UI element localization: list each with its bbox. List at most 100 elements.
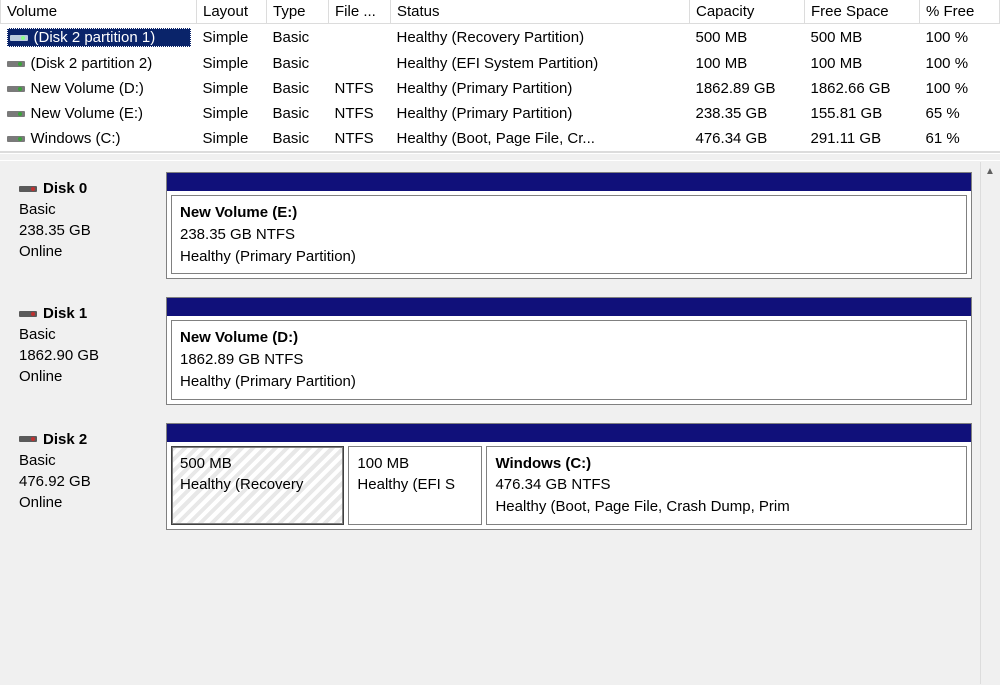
volume-name: (Disk 2 partition 1) [34, 29, 156, 46]
volume-list[interactable]: Volume Layout Type File ... Status Capac… [0, 0, 1000, 153]
volume-type: Basic [267, 101, 329, 126]
partition-status: Healthy (Primary Partition) [180, 371, 958, 393]
disk-row: Disk 1Basic1862.90 GBOnlineNew Volume (D… [1, 297, 980, 404]
volume-row[interactable]: New Volume (D:) SimpleBasicNTFSHealthy (P… [1, 76, 1000, 101]
partition-title: New Volume (D:) [180, 327, 958, 349]
col-layout[interactable]: Layout [197, 0, 267, 24]
disk-icon [19, 308, 37, 320]
disk-name: Disk 1 [43, 303, 87, 324]
volume-status: Healthy (Primary Partition) [391, 101, 690, 126]
volume-type: Basic [267, 126, 329, 151]
partition-title: Windows (C:) [495, 453, 958, 475]
volume-type: Basic [267, 76, 329, 101]
col-volume[interactable]: Volume [1, 0, 197, 24]
disk-type: Basic [19, 324, 166, 345]
volume-status: Healthy (Primary Partition) [391, 76, 690, 101]
disk-row: Disk 0Basic238.35 GBOnlineNew Volume (E:… [1, 172, 980, 279]
volume-row[interactable]: (Disk 2 partition 1) SimpleBasic Healthy (… [1, 24, 1000, 52]
volume-icon [10, 32, 28, 44]
volume-fs [329, 24, 391, 52]
disk-map-pane: Disk 0Basic238.35 GBOnlineNew Volume (E:… [0, 161, 1000, 685]
volume-free: 500 MB [805, 24, 920, 52]
volume-icon [7, 58, 25, 70]
disk-icon [19, 183, 37, 195]
volume-table-header[interactable]: Volume Layout Type File ... Status Capac… [1, 0, 1000, 24]
col-type[interactable]: Type [267, 0, 329, 24]
partition-size: 100 MB [357, 453, 473, 475]
volume-free: 100 MB [805, 51, 920, 76]
splitter[interactable] [0, 153, 1000, 161]
volume-capacity: 476.34 GB [690, 126, 805, 151]
col-fs[interactable]: File ... [329, 0, 391, 24]
partition[interactable]: Windows (C:)476.34 GB NTFSHealthy (Boot,… [486, 446, 967, 525]
disk-label[interactable]: Disk 1Basic1862.90 GBOnline [1, 297, 166, 404]
volume-fs [329, 51, 391, 76]
volume-free: 291.11 GB [805, 126, 920, 151]
volume-row[interactable]: (Disk 2 partition 2)SimpleBasicHealthy (… [1, 51, 1000, 76]
disk-state: Online [19, 366, 166, 387]
partition[interactable]: New Volume (E:)238.35 GB NTFSHealthy (Pr… [171, 195, 967, 274]
disk-type: Basic [19, 450, 166, 471]
volume-status: Healthy (Recovery Partition) [391, 24, 690, 52]
disk-state: Online [19, 241, 166, 262]
volume-fs: NTFS [329, 101, 391, 126]
scroll-up-icon[interactable]: ▲ [981, 162, 999, 180]
disk-size: 238.35 GB [19, 220, 166, 241]
volume-pct: 100 % [920, 24, 1000, 52]
disk-label[interactable]: Disk 0Basic238.35 GBOnline [1, 172, 166, 279]
disk-size: 476.92 GB [19, 471, 166, 492]
disk-header-bar [167, 173, 971, 191]
partition[interactable]: 100 MBHealthy (EFI S [348, 446, 482, 525]
volume-layout: Simple [197, 101, 267, 126]
volume-pct: 100 % [920, 51, 1000, 76]
disk-row: Disk 2Basic476.92 GBOnline500 MBHealthy … [1, 423, 980, 530]
partition-status: Healthy (Primary Partition) [180, 246, 958, 268]
volume-icon [7, 83, 25, 95]
volume-capacity: 100 MB [690, 51, 805, 76]
disk-header-bar [167, 298, 971, 316]
disk-label[interactable]: Disk 2Basic476.92 GBOnline [1, 423, 166, 530]
partition[interactable]: 500 MBHealthy (Recovery [171, 446, 344, 525]
col-free[interactable]: Free Space [805, 0, 920, 24]
partition-size: 476.34 GB NTFS [495, 474, 958, 496]
partition-status: Healthy (EFI S [357, 474, 473, 496]
volume-type: Basic [267, 51, 329, 76]
vertical-scrollbar[interactable]: ▲ [980, 162, 999, 684]
volume-name: Windows (C:) [31, 130, 121, 147]
disk-map: 500 MBHealthy (Recovery100 MBHealthy (EF… [166, 423, 972, 530]
disk-map: New Volume (D:)1862.89 GB NTFSHealthy (P… [166, 297, 972, 404]
partition-size: 1862.89 GB NTFS [180, 349, 958, 371]
volume-icon [7, 133, 25, 145]
volume-type: Basic [267, 24, 329, 52]
col-pct[interactable]: % Free [920, 0, 1000, 24]
volume-fs: NTFS [329, 76, 391, 101]
volume-fs: NTFS [329, 126, 391, 151]
volume-layout: Simple [197, 76, 267, 101]
volume-row[interactable]: Windows (C:)SimpleBasicNTFSHealthy (Boot… [1, 126, 1000, 151]
volume-free: 155.81 GB [805, 101, 920, 126]
partition-status: Healthy (Boot, Page File, Crash Dump, Pr… [495, 496, 958, 518]
volume-capacity: 1862.89 GB [690, 76, 805, 101]
volume-pct: 65 % [920, 101, 1000, 126]
partition-title: New Volume (E:) [180, 202, 958, 224]
volume-pct: 100 % [920, 76, 1000, 101]
volume-layout: Simple [197, 24, 267, 52]
disk-type: Basic [19, 199, 166, 220]
col-capacity[interactable]: Capacity [690, 0, 805, 24]
volume-name: New Volume (D:) [31, 80, 144, 97]
partition-size: 238.35 GB NTFS [180, 224, 958, 246]
volume-layout: Simple [197, 126, 267, 151]
volume-name: New Volume (E:) [31, 105, 144, 122]
disk-name: Disk 0 [43, 178, 87, 199]
disk-management-window: Volume Layout Type File ... Status Capac… [0, 0, 1000, 685]
disk-state: Online [19, 492, 166, 513]
volume-free: 1862.66 GB [805, 76, 920, 101]
volume-capacity: 238.35 GB [690, 101, 805, 126]
partition[interactable]: New Volume (D:)1862.89 GB NTFSHealthy (P… [171, 320, 967, 399]
volume-row[interactable]: New Volume (E:) SimpleBasicNTFSHealthy (P… [1, 101, 1000, 126]
volume-name: (Disk 2 partition 2) [31, 55, 153, 72]
disk-icon [19, 433, 37, 445]
disk-name: Disk 2 [43, 429, 87, 450]
volume-table: Volume Layout Type File ... Status Capac… [0, 0, 1000, 151]
col-status[interactable]: Status [391, 0, 690, 24]
